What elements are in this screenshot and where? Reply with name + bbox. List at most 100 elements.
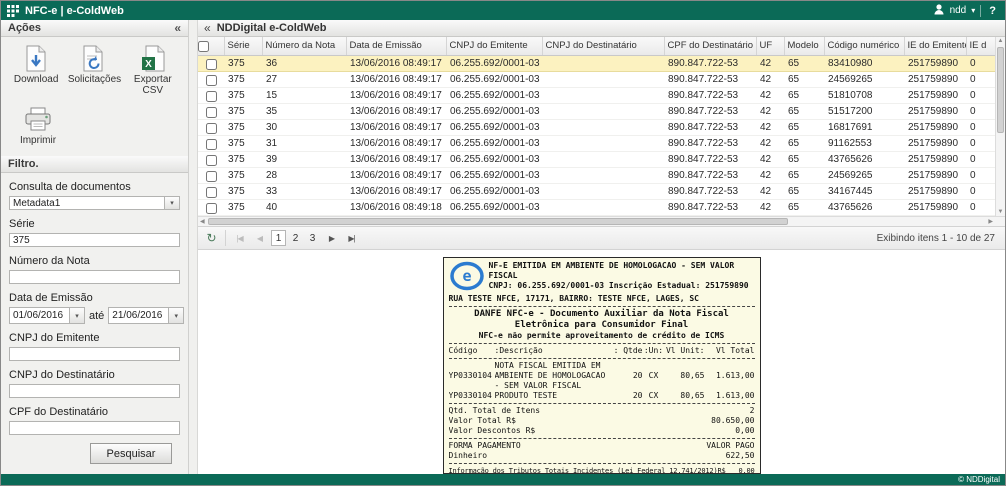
table-row[interactable]: 3752813/06/2016 08:49:1706.255.692/0001-…: [198, 167, 995, 183]
numero-nota-input[interactable]: [9, 270, 180, 284]
column-header-6[interactable]: CPF do Destinatário: [664, 37, 756, 55]
column-header-8[interactable]: Modelo: [784, 37, 824, 55]
cell: 375: [224, 167, 262, 183]
cell: 375: [224, 87, 262, 103]
export-csv-button[interactable]: X Exportar CSV: [124, 42, 182, 98]
cnpj-emitente-input[interactable]: [9, 347, 180, 361]
first-page-button[interactable]: |◀: [231, 229, 248, 247]
serie-input[interactable]: [9, 233, 180, 247]
table-row[interactable]: 3753113/06/2016 08:49:1706.255.692/0001-…: [198, 135, 995, 151]
receipt-payment: FORMA PAGAMENTOVALOR PAGODinheiro622,50: [449, 441, 755, 461]
help-button[interactable]: ?: [986, 5, 999, 17]
table-row[interactable]: 3753013/06/2016 08:49:1706.255.692/0001-…: [198, 119, 995, 135]
chevron-down-icon[interactable]: ▾: [164, 197, 179, 209]
vertical-scrollbar[interactable]: ▲ ▼: [995, 37, 1005, 216]
app-window: NFC-e | e-ColdWeb ndd ▾ ? Ações «: [0, 0, 1006, 486]
table-row[interactable]: 3754013/06/2016 08:49:1806.255.692/0001-…: [198, 199, 995, 215]
refresh-button[interactable]: ↻: [203, 229, 220, 247]
column-header-7[interactable]: UF: [756, 37, 784, 55]
page-button-2[interactable]: 2: [288, 230, 303, 246]
cell: 42: [756, 55, 784, 71]
horizontal-scroll-thumb[interactable]: [208, 218, 788, 225]
column-header-10[interactable]: IE do Emitente: [904, 37, 966, 55]
table-row[interactable]: 3753313/06/2016 08:49:1706.255.692/0001-…: [198, 183, 995, 199]
cell: 13/06/2016 08:49:17: [346, 119, 446, 135]
search-button[interactable]: Pesquisar: [90, 443, 172, 464]
cell: 251759890: [904, 119, 966, 135]
item-desc: NOTA FISCAL EMITIDA EM AMBIENTE DE HOMOL…: [495, 361, 613, 391]
receipt-row: FORMA PAGAMENTOVALOR PAGO: [449, 441, 755, 451]
date-to-input[interactable]: 21/06/2016 ▾: [108, 307, 184, 324]
download-button[interactable]: Download: [7, 42, 65, 87]
horizontal-scrollbar[interactable]: ◀ ▶: [198, 216, 1005, 226]
receipt-item: YP0330104NOTA FISCAL EMITIDA EM AMBIENTE…: [449, 361, 755, 391]
page-button-3[interactable]: 3: [305, 230, 320, 246]
item-un: CX: [643, 371, 665, 381]
table-row[interactable]: 3753613/06/2016 08:49:1706.255.692/0001-…: [198, 55, 995, 71]
scroll-right-icon[interactable]: ▶: [988, 218, 993, 225]
sidebar-splitter[interactable]: [189, 20, 198, 474]
calendar-dropdown-icon[interactable]: ▾: [168, 308, 183, 323]
cell: 42: [756, 87, 784, 103]
cell: 0: [966, 199, 995, 215]
cell: 65: [784, 135, 824, 151]
cell: 42: [756, 151, 784, 167]
row-checkbox[interactable]: [206, 155, 217, 166]
table-row[interactable]: 3751513/06/2016 08:49:1706.255.692/0001-…: [198, 87, 995, 103]
print-button[interactable]: Imprimir: [7, 103, 69, 148]
column-header-9[interactable]: Código numérico: [824, 37, 904, 55]
column-header-1[interactable]: Série: [224, 37, 262, 55]
row-checkbox[interactable]: [206, 203, 217, 214]
last-page-button[interactable]: ▶|: [343, 229, 360, 247]
collapse-panel-icon[interactable]: «: [204, 21, 211, 35]
prev-page-button[interactable]: ◀: [251, 229, 268, 247]
column-header-3[interactable]: Data de Emissão: [346, 37, 446, 55]
cnpj-destinatario-label: CNPJ do Destinatário: [9, 369, 180, 381]
row-checkbox[interactable]: [206, 59, 217, 70]
column-header-11[interactable]: IE d: [966, 37, 995, 55]
table-row[interactable]: 3753513/06/2016 08:49:1706.255.692/0001-…: [198, 103, 995, 119]
date-from-input[interactable]: 01/06/2016 ▾: [9, 307, 85, 324]
vertical-scroll-thumb[interactable]: [997, 47, 1004, 133]
row-checkbox[interactable]: [206, 91, 217, 102]
chevron-down-icon[interactable]: ▾: [971, 6, 975, 15]
calendar-dropdown-icon[interactable]: ▾: [69, 308, 84, 323]
column-header-5[interactable]: CNPJ do Destinatário: [542, 37, 664, 55]
select-all-checkbox[interactable]: [198, 41, 209, 52]
cpf-destinatario-input[interactable]: [9, 421, 180, 435]
item-code: YP0330104: [449, 371, 495, 381]
cell: 06.255.692/0001-03: [446, 55, 542, 71]
row-checkbox[interactable]: [206, 107, 217, 118]
user-menu[interactable]: ndd: [950, 5, 967, 16]
scroll-up-icon[interactable]: ▲: [996, 38, 1005, 44]
next-page-button[interactable]: ▶: [323, 229, 340, 247]
collapse-sidebar-icon[interactable]: «: [174, 21, 181, 35]
data-emissao-label: Data de Emissão: [9, 292, 180, 304]
cell: 43765626: [824, 151, 904, 167]
row-checkbox[interactable]: [206, 139, 217, 150]
cell: 27: [262, 71, 346, 87]
cell: 83410980: [824, 55, 904, 71]
page-button-1[interactable]: 1: [271, 230, 286, 246]
scroll-left-icon[interactable]: ◀: [200, 218, 205, 225]
row-checkbox[interactable]: [206, 123, 217, 134]
cnpj-destinatario-input[interactable]: [9, 384, 180, 398]
cell: 13/06/2016 08:49:18: [346, 199, 446, 215]
row-checkbox[interactable]: [206, 75, 217, 86]
cell: 890.847.722-53: [664, 183, 756, 199]
receipt-row-value: VALOR PAGO: [706, 441, 754, 451]
scroll-down-icon[interactable]: ▼: [996, 209, 1005, 215]
table-row[interactable]: 3752713/06/2016 08:49:1706.255.692/0001-…: [198, 71, 995, 87]
table-row[interactable]: 3753913/06/2016 08:49:1706.255.692/0001-…: [198, 151, 995, 167]
row-checkbox[interactable]: [206, 171, 217, 182]
row-checkbox-cell: [198, 119, 224, 135]
column-header-2[interactable]: Número da Nota: [262, 37, 346, 55]
solicitacoes-button[interactable]: Solicitações: [65, 42, 123, 87]
row-checkbox[interactable]: [206, 187, 217, 198]
cell: 13/06/2016 08:49:17: [346, 71, 446, 87]
cell: 65: [784, 119, 824, 135]
consulta-select[interactable]: Metadata1 ▾: [9, 196, 180, 210]
cnpj-emitente-label: CNPJ do Emitente: [9, 332, 180, 344]
column-header-4[interactable]: CNPJ do Emitente: [446, 37, 542, 55]
cell: 65: [784, 199, 824, 215]
